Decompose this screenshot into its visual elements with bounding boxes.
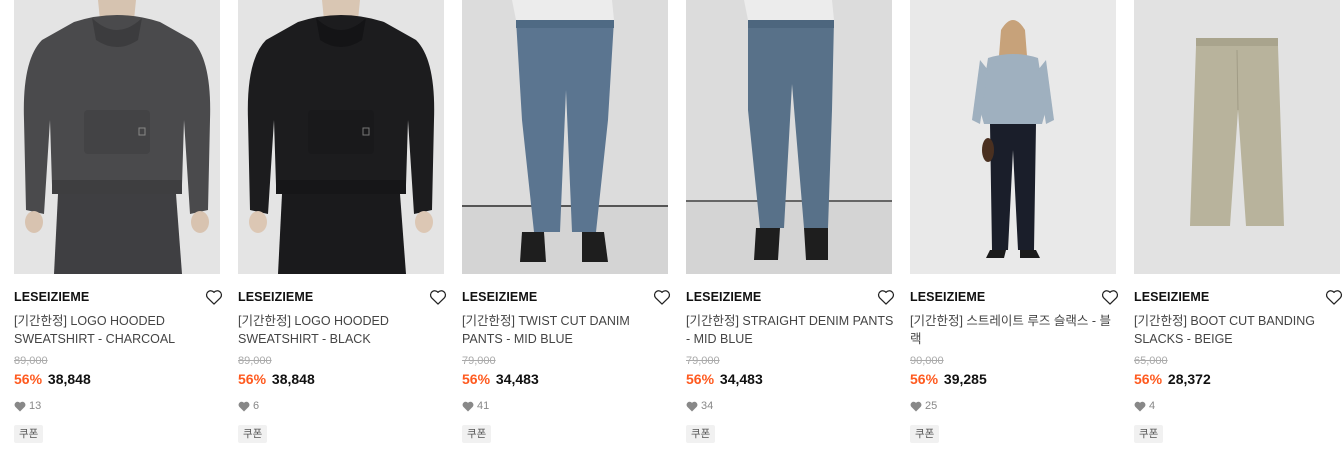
original-price: 89,000 bbox=[14, 355, 48, 367]
like-heart-icon bbox=[462, 401, 474, 412]
product-card[interactable]: LESEIZIEME [기간한정] LOGO HOODED SWEATSHIRT… bbox=[14, 0, 223, 472]
coupon-badge: 쿠폰 bbox=[686, 425, 716, 443]
like-heart-icon bbox=[910, 401, 922, 412]
like-heart-icon bbox=[14, 401, 26, 412]
sale-price: 34,483 bbox=[719, 371, 763, 387]
price-row: 56% 38,848 bbox=[14, 370, 220, 388]
discount-rate: 56% bbox=[910, 371, 939, 387]
brand-name[interactable]: LESEIZIEME bbox=[462, 288, 668, 306]
like-count: 4 bbox=[1134, 399, 1340, 413]
sale-price: 34,483 bbox=[495, 371, 539, 387]
model-cardigan-slacks-image bbox=[910, 0, 1116, 274]
wishlist-heart-icon[interactable] bbox=[1324, 287, 1343, 307]
product-card[interactable]: LESEIZIEME [기간한정] TWIST CUT DANIM PANTS … bbox=[462, 0, 671, 472]
product-image[interactable] bbox=[910, 0, 1116, 274]
coupon-badge: 쿠폰 bbox=[238, 425, 268, 443]
product-grid: LESEIZIEME [기간한정] LOGO HOODED SWEATSHIRT… bbox=[0, 0, 1343, 472]
price-row: 56% 38,848 bbox=[238, 370, 444, 388]
discount-rate: 56% bbox=[238, 371, 267, 387]
price-row: 56% 34,483 bbox=[462, 370, 668, 388]
product-title[interactable]: [기간한정] LOGO HOODED SWEATSHIRT - BLACK bbox=[238, 312, 448, 348]
wishlist-heart-icon[interactable] bbox=[652, 287, 672, 307]
discount-rate: 56% bbox=[686, 371, 715, 387]
product-title[interactable]: [기간한정] TWIST CUT DANIM PANTS - MID BLUE bbox=[462, 312, 672, 348]
sale-price: 28,372 bbox=[1167, 371, 1211, 387]
brand-name[interactable]: LESEIZIEME bbox=[14, 288, 220, 306]
original-price: 79,000 bbox=[462, 355, 496, 367]
product-card[interactable]: LESEIZIEME [기간한정] 스트레이트 루즈 슬랙스 - 블랙 90,0… bbox=[910, 0, 1119, 472]
price-row: 56% 39,285 bbox=[910, 370, 1116, 388]
sale-price: 38,848 bbox=[271, 371, 315, 387]
like-count: 34 bbox=[686, 399, 892, 413]
brand-name[interactable]: LESEIZIEME bbox=[686, 288, 892, 306]
like-count: 13 bbox=[14, 399, 220, 413]
like-heart-icon bbox=[1134, 401, 1146, 412]
product-image[interactable] bbox=[1134, 0, 1340, 274]
like-heart-icon bbox=[238, 401, 250, 412]
straight-denim-image bbox=[686, 0, 892, 274]
original-price: 79,000 bbox=[686, 355, 720, 367]
sale-price: 38,848 bbox=[47, 371, 91, 387]
brand-name[interactable]: LESEIZIEME bbox=[1134, 288, 1340, 306]
brand-name[interactable]: LESEIZIEME bbox=[910, 288, 1116, 306]
product-title[interactable]: [기간한정] STRAIGHT DENIM PANTS - MID BLUE bbox=[686, 312, 896, 348]
wishlist-heart-icon[interactable] bbox=[204, 287, 224, 307]
beige-slacks-image bbox=[1134, 0, 1340, 274]
product-card[interactable]: LESEIZIEME [기간한정] LOGO HOODED SWEATSHIRT… bbox=[238, 0, 447, 472]
discount-rate: 56% bbox=[1134, 371, 1163, 387]
original-price: 65,000 bbox=[1134, 355, 1168, 367]
price-row: 56% 34,483 bbox=[686, 370, 892, 388]
brand-name[interactable]: LESEIZIEME bbox=[238, 288, 444, 306]
coupon-badge: 쿠폰 bbox=[1134, 425, 1164, 443]
like-count-value: 13 bbox=[29, 400, 42, 412]
sale-price: 39,285 bbox=[943, 371, 987, 387]
like-count: 41 bbox=[462, 399, 668, 413]
black-hoodie-image bbox=[238, 0, 444, 274]
original-price: 89,000 bbox=[238, 355, 272, 367]
product-image[interactable] bbox=[238, 0, 444, 274]
twist-denim-image bbox=[462, 0, 668, 274]
coupon-badge: 쿠폰 bbox=[462, 425, 492, 443]
product-title[interactable]: [기간한정] LOGO HOODED SWEATSHIRT - CHARCOAL bbox=[14, 312, 224, 348]
product-image[interactable] bbox=[14, 0, 220, 274]
coupon-badge: 쿠폰 bbox=[910, 425, 940, 443]
product-card[interactable]: LESEIZIEME [기간한정] BOOT CUT BANDING SLACK… bbox=[1134, 0, 1343, 472]
price-row: 56% 28,372 bbox=[1134, 370, 1340, 388]
product-image[interactable] bbox=[462, 0, 668, 274]
wishlist-heart-icon[interactable] bbox=[428, 287, 448, 307]
like-heart-icon bbox=[686, 401, 698, 412]
like-count-value: 25 bbox=[925, 400, 938, 412]
wishlist-heart-icon[interactable] bbox=[1100, 287, 1120, 307]
like-count-value: 6 bbox=[253, 400, 260, 412]
like-count: 6 bbox=[238, 399, 444, 413]
product-image[interactable] bbox=[686, 0, 892, 274]
original-price: 90,000 bbox=[910, 355, 944, 367]
like-count: 25 bbox=[910, 399, 1116, 413]
wishlist-heart-icon[interactable] bbox=[876, 287, 896, 307]
product-title[interactable]: [기간한정] BOOT CUT BANDING SLACKS - BEIGE bbox=[1134, 312, 1343, 348]
like-count-value: 4 bbox=[1149, 400, 1156, 412]
coupon-badge: 쿠폰 bbox=[14, 425, 44, 443]
product-card[interactable]: LESEIZIEME [기간한정] STRAIGHT DENIM PANTS -… bbox=[686, 0, 895, 472]
like-count-value: 34 bbox=[701, 400, 714, 412]
product-title[interactable]: [기간한정] 스트레이트 루즈 슬랙스 - 블랙 bbox=[910, 312, 1120, 348]
charcoal-hoodie-image bbox=[14, 0, 220, 274]
discount-rate: 56% bbox=[462, 371, 491, 387]
discount-rate: 56% bbox=[14, 371, 43, 387]
like-count-value: 41 bbox=[477, 400, 490, 412]
